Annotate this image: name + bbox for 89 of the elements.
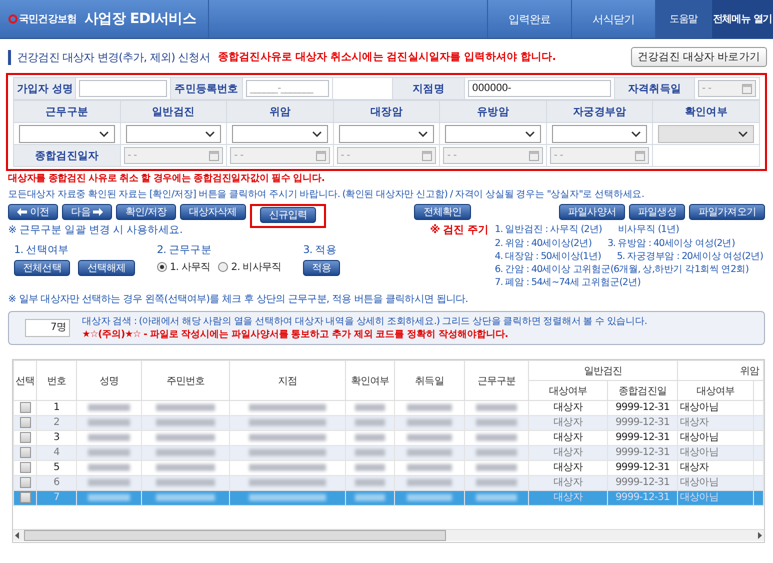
action-button[interactable]: 신규입력: [260, 206, 316, 222]
column-header[interactable]: 종합검진일: [608, 380, 678, 400]
notice-text: 모든대상자 자료중 확인된 자료는 [확인/저장] 버튼을 클릭하여 주시기 바랍니다. (확인된 대상자만 신고함) / 자격이 상실될 경우는 "상실자"로 선택하세요.: [8, 188, 646, 201]
warning-text: 종합검진사유로 대상자 취소시에는 검진실시일자를 입력하셔야 합니다.: [218, 50, 557, 64]
table-cell: 9999-12-31: [608, 416, 678, 430]
column-header[interactable]: 확인여부: [346, 360, 394, 400]
table-cell: 6: [36, 476, 76, 490]
cycle-text: 4. 대장암 : 50세이상(1년): [494, 250, 601, 263]
field-label: 지점명: [392, 78, 464, 100]
action-button[interactable]: 파일가져오기: [689, 204, 766, 220]
table-cell: 대상아님: [678, 490, 754, 506]
field-label: 종합검진일자: [14, 144, 120, 166]
step-label: 2. 근무구분: [156, 243, 212, 257]
action-button[interactable]: 전체선택: [14, 260, 70, 276]
page-title: 건강검진 대상자 변경(추가, 제외) 신청서: [8, 50, 210, 64]
table-cell: 9999-12-31: [608, 446, 678, 460]
cycle-text: 6. 간암 : 40세이상 고위험군(6개월, 상,하반기 각1회씩 연2회): [494, 263, 748, 276]
group-header: 위암: [678, 360, 764, 380]
table-cell: 2: [36, 416, 76, 430]
table-cell: 대상자: [528, 446, 608, 460]
table-row[interactable]: 2 대상자 9999-12-31 대상자: [14, 416, 764, 430]
cycle-text: 7. 폐암 : 54세~74세 고위험군(2년): [494, 276, 640, 289]
radio-label[interactable]: 2. 비사무직: [231, 260, 282, 274]
table-cell: 대상자: [678, 416, 754, 430]
logo-text: 국민건강보험: [19, 13, 77, 26]
step-label: 1. 선택여부: [14, 243, 70, 257]
search-description: 대상자 검색 : (아래에서 해당 사람의 열을 선택하여 대상자 내역을 상세히 조회하세요.) 그리드 상단을 클릭하면 정렬해서 볼 수 있습니다.: [82, 315, 647, 328]
action-button[interactable]: 다음: [62, 204, 112, 220]
menu-item[interactable]: 도움말: [655, 0, 711, 38]
text-field[interactable]: 000000-: [468, 80, 611, 97]
table-cell: 대상아님: [678, 476, 754, 490]
action-button[interactable]: 대상자삭제: [180, 204, 246, 220]
column-label: 일반검진: [120, 100, 227, 122]
column-header[interactable]: 근무구분: [464, 360, 528, 400]
table-cell: 9999-12-31: [608, 490, 678, 506]
cycle-text: 3. 유방암 : 40세이상 여성(2년): [607, 237, 735, 250]
action-button[interactable]: 확인/저장: [116, 204, 176, 220]
table-cell: 7: [36, 490, 76, 506]
count-field: 7명: [25, 319, 70, 337]
radio-label[interactable]: 1. 사무직: [170, 260, 210, 274]
table-cell: 4: [36, 446, 76, 460]
column-header[interactable]: 대상여부: [678, 380, 754, 400]
table-row[interactable]: 6 대상자 9999-12-31 대상아님: [14, 476, 764, 490]
menu-item[interactable]: 입력완료: [487, 0, 571, 38]
column-header[interactable]: 대상여부: [528, 380, 608, 400]
section-title: ※ 근무구분 일괄 변경 시 사용하세요.: [8, 223, 184, 237]
action-button[interactable]: 선택해제: [78, 260, 135, 276]
group-header: 일반검진: [528, 360, 678, 380]
caution-text: ★☆(주의)★☆ - 파일로 작성시에는 파일사양서를 통보하고 추가 제외 코드를 정확히 작성해야합니다.: [82, 328, 509, 341]
action-button[interactable]: 파일사양서: [558, 204, 625, 220]
field-label: 가입자 성명: [14, 78, 76, 100]
column-label: 확인여부: [652, 100, 760, 122]
action-button[interactable]: 적용: [303, 260, 340, 276]
radio-option[interactable]: 2. 비사무직: [218, 260, 282, 274]
column-label: 근무구분: [14, 100, 120, 122]
field-label: 주민등록번호: [170, 78, 242, 100]
column-header[interactable]: 성명: [76, 360, 142, 400]
app-title: 사업장 EDI서비스: [84, 10, 196, 28]
notice-text: 대상자를 종합검진 사유로 취소 할 경우에는 종합검진일자값이 필수 입니다.: [8, 172, 326, 185]
menu-item[interactable]: 전체메뉴 열기: [711, 0, 773, 38]
text-field[interactable]: ______-_______: [246, 80, 329, 97]
shortcut-button[interactable]: 건강검진 대상자 바로가기: [630, 47, 767, 67]
table-cell: 대상자: [528, 476, 608, 490]
column-label: 유방암: [440, 100, 546, 122]
column-label: 대장암: [333, 100, 440, 122]
column-header[interactable]: 지점: [230, 360, 346, 400]
cycle-text: 5. 자궁경부암 : 20세이상 여성(2년): [616, 250, 763, 263]
table-cell: 대상아님: [678, 446, 754, 460]
table-cell: 대상자: [528, 416, 608, 430]
column-header[interactable]: 번호: [36, 360, 76, 400]
step-label: 3. 적용: [303, 243, 338, 257]
column-label: 자궁경부암: [546, 100, 653, 122]
column-header[interactable]: 주민번호: [142, 360, 230, 400]
table-cell: 9999-12-31: [608, 476, 678, 490]
action-button[interactable]: 파일생성: [629, 204, 686, 220]
note-text: ※ 일부 대상자만 선택하는 경우 왼쪽(선택여부)를 체크 후 상단의 근무구분, 적용 버튼을 클릭하시면 됩니다.: [8, 293, 469, 306]
cycle-text: 2. 위암 : 40세이상(2년): [494, 237, 592, 250]
column-label: 위암: [226, 100, 334, 122]
action-button[interactable]: 이전: [8, 204, 58, 220]
section-title: ※ 검진 주기: [429, 223, 489, 237]
column-header[interactable]: 선택: [14, 360, 36, 400]
cycle-text: 비사무직 (1년): [618, 223, 679, 237]
table-row[interactable]: 4 대상자 9999-12-31 대상아님: [14, 446, 764, 460]
action-button[interactable]: 전체확인: [414, 204, 471, 220]
column-header[interactable]: 취득일: [394, 360, 464, 400]
radio-option[interactable]: 1. 사무직: [156, 260, 210, 274]
cycle-text: 1. 일반검진 : 사무직 (2년): [494, 223, 602, 237]
table-cell: 대상자: [528, 490, 608, 506]
field-label: 자격취득일: [614, 78, 694, 100]
